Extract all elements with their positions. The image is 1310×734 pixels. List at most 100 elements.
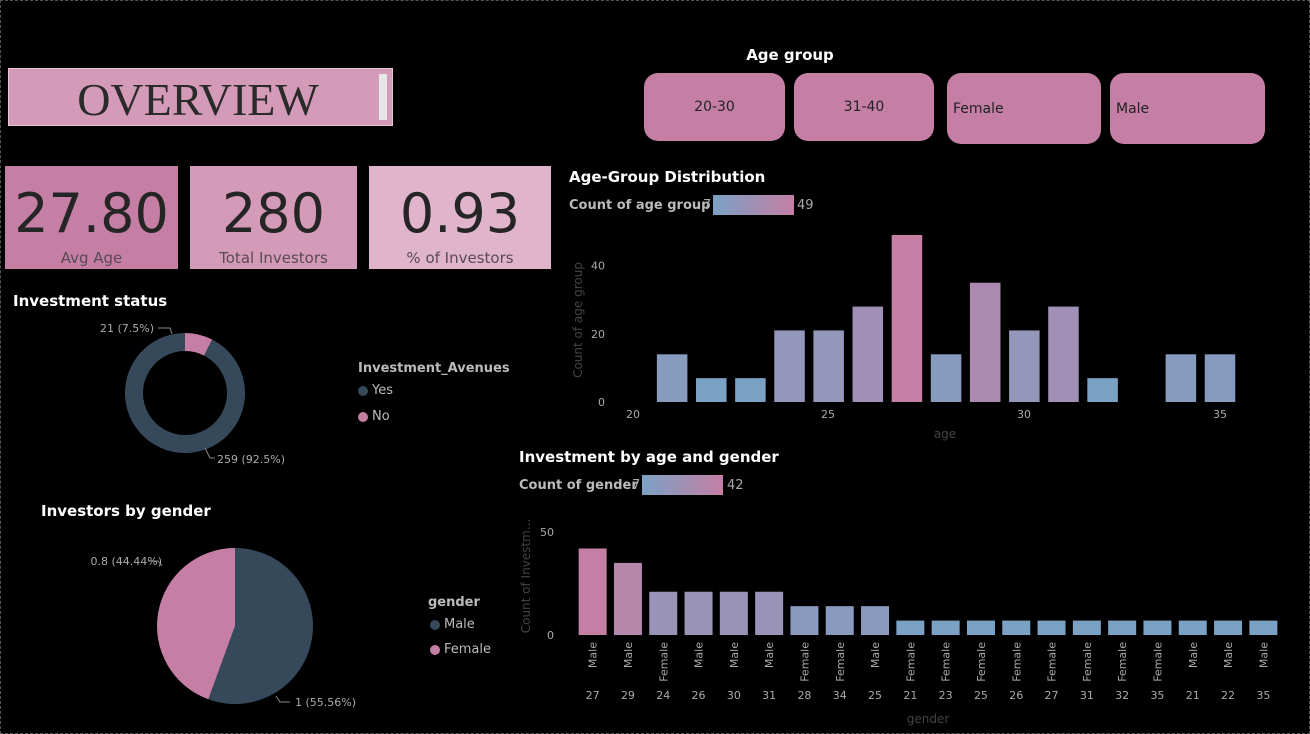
age-bar: [969, 282, 1001, 402]
label-leader-line: [158, 327, 173, 335]
y-tick-label: 40: [591, 260, 605, 273]
gender-age-bar: [1178, 620, 1207, 635]
legend-dot-icon: [430, 619, 440, 630]
legend-dot-icon: [358, 411, 368, 422]
gender-age-bar: [896, 620, 925, 635]
x-tick-label-age: 31: [762, 689, 776, 702]
gender-age-bar: [825, 606, 854, 635]
x-tick-label-gender: Male: [693, 642, 706, 668]
color-legend-max: 42: [727, 478, 744, 493]
x-tick-label: 20: [626, 408, 640, 421]
x-tick-label-age: 25: [868, 689, 882, 702]
x-tick-label-age: 35: [1256, 689, 1270, 702]
x-tick-label-gender: Male: [587, 642, 600, 668]
gender-age-bar: [931, 620, 960, 635]
gender-color-legend-title: Count of gender: [519, 478, 638, 493]
x-tick-label-age: 34: [833, 689, 847, 702]
gender-age-bar: [1143, 620, 1172, 635]
age-bar: [813, 330, 844, 402]
label-leader-line: [204, 447, 215, 459]
age-bar: [696, 378, 727, 402]
legend-label: Male: [444, 617, 475, 632]
age-bar: [891, 235, 923, 402]
label-leader-line: [275, 695, 290, 703]
legend-item-yes[interactable]: Yes: [358, 383, 393, 398]
x-tick-label-age: 23: [939, 689, 953, 702]
gender-legend-title: gender: [428, 595, 480, 610]
age-group-color-legend-title: Count of age group: [569, 198, 711, 213]
x-tick-label-age: 26: [1009, 689, 1023, 702]
gender-age-bar: [1108, 620, 1137, 635]
donut-slice-yes: [125, 333, 246, 453]
color-legend-max: 49: [797, 198, 814, 213]
title-scrollbar[interactable]: [379, 74, 387, 120]
legend-item-no[interactable]: No: [358, 409, 390, 424]
investors-by-gender-pie: 0.8 (44.44%) 1 (55.56%): [90, 548, 356, 709]
y-tick-label: 0: [547, 629, 554, 642]
legend-item-female[interactable]: Female: [430, 642, 491, 657]
gender-age-bar: [684, 591, 713, 635]
x-tick-label-gender: Female: [1116, 642, 1129, 682]
investors-by-gender-title: Investors by gender: [41, 502, 211, 520]
overview-title-box: OVERVIEW: [8, 68, 393, 126]
kpi-card-avg-age: 27.80 Avg Age: [5, 166, 178, 269]
investment-by-age-gender-bar-chart: Male 27 Male 29 Female 24 Male 26 Male 30 Male 31 Fe…: [519, 519, 1278, 726]
gender-age-bar: [1002, 620, 1031, 635]
legend-label: Female: [444, 642, 492, 657]
x-tick-label-age: 28: [797, 689, 811, 702]
x-tick-label-age: 29: [621, 689, 635, 702]
pie-label-female: 0.8 (44.44%): [90, 555, 162, 568]
gender-age-bar: [861, 606, 890, 635]
x-tick-label-gender: Female: [1151, 642, 1164, 682]
age-bar: [774, 330, 805, 402]
x-tick-label-gender: Female: [1081, 642, 1094, 682]
kpi-card-total-investors: 280 Total Investors: [190, 166, 357, 269]
slicer-option-31-40[interactable]: 31-40: [794, 73, 934, 141]
legend-label: No: [372, 409, 390, 424]
gender-age-bar: [1214, 620, 1243, 635]
investment-by-age-gender-title: Investment by age and gender: [519, 448, 779, 466]
x-axis-label: age: [934, 427, 956, 441]
gender-age-bar: [966, 620, 995, 635]
slicer-option-female[interactable]: Female: [947, 73, 1101, 144]
age-bar: [735, 378, 766, 402]
x-tick-label-age: 32: [1115, 689, 1129, 702]
x-tick-label-age: 31: [1080, 689, 1094, 702]
investment-status-title: Investment status: [13, 292, 168, 310]
x-tick-label-age: 22: [1221, 689, 1235, 702]
investment-status-donut: 21 (7.5%) 259 (92.5%): [100, 322, 285, 466]
gender-age-bar: [755, 591, 784, 635]
age-bar: [930, 354, 962, 402]
x-tick-label-gender: Female: [1010, 642, 1023, 682]
x-tick-label-age: 30: [727, 689, 741, 702]
gender-age-bar: [649, 591, 678, 635]
y-tick-label: 50: [540, 526, 554, 539]
color-gradient-bar: [642, 475, 723, 495]
age-bar: [852, 306, 884, 402]
slicer-option-label: Female: [953, 100, 1004, 117]
y-tick-label: 0: [598, 396, 605, 409]
gender-age-bar: [719, 591, 748, 635]
age-group-distribution-title: Age-Group Distribution: [569, 168, 766, 186]
legend-item-male[interactable]: Male: [430, 617, 475, 632]
y-axis-label: Count of Investm...: [519, 519, 533, 634]
legend-label: Yes: [372, 383, 393, 398]
color-gradient-bar: [713, 195, 794, 215]
x-tick-label: 35: [1213, 408, 1227, 421]
x-tick-label-gender: Male: [1222, 642, 1235, 668]
x-tick-label: 25: [821, 408, 835, 421]
slicer-option-label: 20-30: [694, 99, 735, 115]
x-tick-label-age: 27: [586, 689, 600, 702]
slicer-option-label: Male: [1116, 100, 1150, 117]
slicer-option-20-30[interactable]: 20-30: [644, 73, 785, 141]
age-bar: [1165, 354, 1197, 402]
age-bar: [1087, 378, 1118, 402]
kpi-label: Total Investors: [219, 249, 328, 267]
gender-age-bar: [1072, 620, 1101, 635]
slicer-option-male[interactable]: Male: [1110, 73, 1265, 144]
x-tick-label-age: 24: [656, 689, 670, 702]
age-bar: [1204, 354, 1236, 402]
legend-dot-icon: [358, 385, 368, 396]
y-axis-label: Count of age group: [571, 262, 585, 378]
x-tick-label-age: 35: [1150, 689, 1164, 702]
